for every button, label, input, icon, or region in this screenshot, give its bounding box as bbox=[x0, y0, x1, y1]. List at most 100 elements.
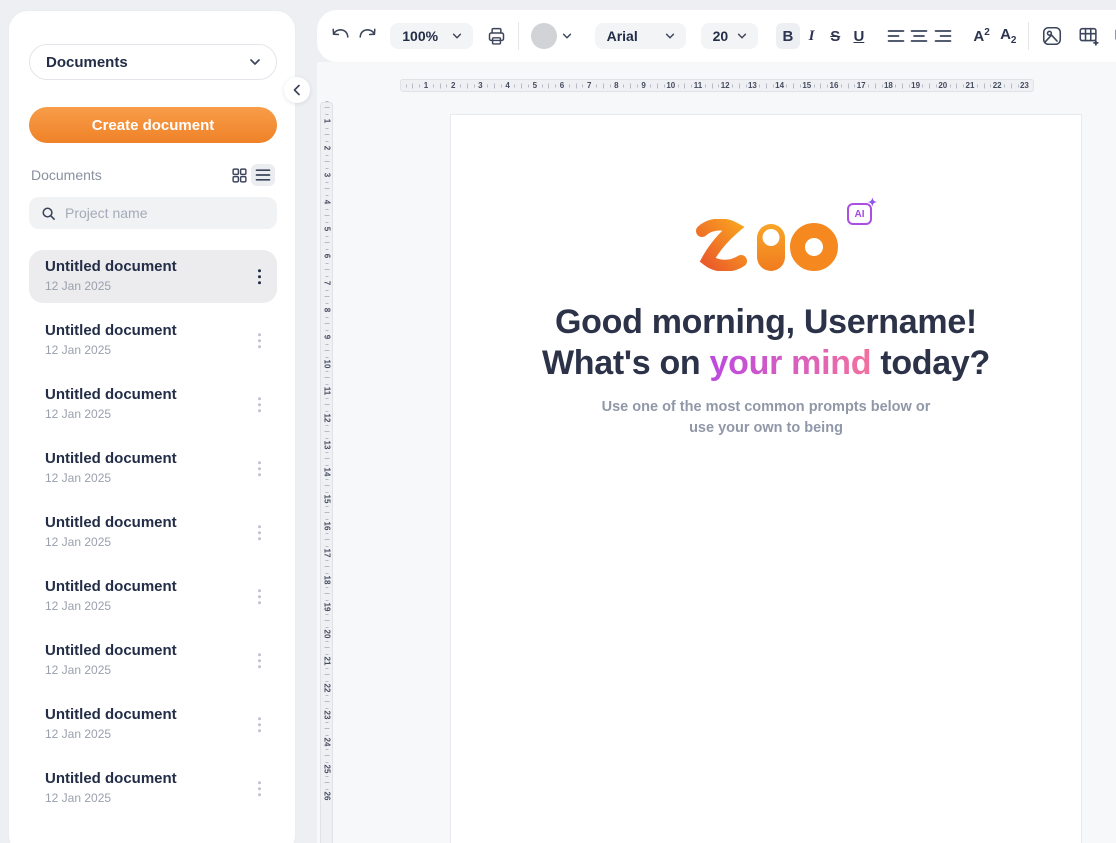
subscript-button[interactable]: A2 bbox=[996, 26, 1020, 46]
document-list: Untitled document 12 Jan 2025 Untitled d… bbox=[29, 250, 277, 826]
print-button[interactable] bbox=[483, 23, 509, 49]
list-view-button[interactable] bbox=[251, 164, 275, 186]
chevron-down-icon bbox=[451, 30, 463, 42]
search-icon bbox=[41, 206, 56, 221]
document-title: Untitled document bbox=[45, 514, 243, 531]
table-add-icon bbox=[1078, 25, 1100, 47]
greeting-highlight: your mind bbox=[710, 344, 872, 382]
kebab-menu-icon[interactable] bbox=[254, 777, 266, 801]
kebab-menu-icon[interactable] bbox=[254, 713, 266, 737]
greeting-line1: Good morning, Username! bbox=[451, 302, 1081, 343]
undo-button[interactable] bbox=[327, 23, 353, 49]
text-color-chevron[interactable] bbox=[561, 30, 573, 42]
vertical-ruler: 1234567891011121314151617181920212223242… bbox=[320, 102, 333, 843]
document-list-item[interactable]: Untitled document 12 Jan 2025 bbox=[29, 570, 277, 623]
kebab-menu-icon[interactable] bbox=[254, 329, 266, 353]
document-title: Untitled document bbox=[45, 642, 243, 659]
insert-table-button[interactable] bbox=[1076, 23, 1102, 49]
document-list-item[interactable]: Untitled document 12 Jan 2025 bbox=[29, 762, 277, 815]
kebab-menu-icon[interactable] bbox=[254, 265, 266, 289]
search-input[interactable] bbox=[65, 205, 265, 221]
ai-badge: AI ✦ bbox=[847, 203, 872, 225]
kebab-menu-icon[interactable] bbox=[254, 649, 266, 673]
chevron-down-icon bbox=[736, 30, 748, 42]
comment-button[interactable] bbox=[1111, 23, 1116, 49]
document-list-item[interactable]: Untitled document 12 Jan 2025 bbox=[29, 698, 277, 751]
strikethrough-button[interactable]: S bbox=[823, 23, 847, 49]
grid-view-button[interactable] bbox=[227, 164, 251, 186]
workspace-select-value: Documents bbox=[46, 54, 128, 71]
document-title: Untitled document bbox=[45, 258, 243, 275]
redo-button[interactable] bbox=[356, 23, 382, 49]
document-date: 12 Jan 2025 bbox=[45, 791, 243, 805]
toolbar-divider bbox=[1028, 22, 1029, 50]
align-right-button[interactable] bbox=[932, 23, 954, 49]
insert-image-button[interactable] bbox=[1039, 23, 1065, 49]
documents-section-label: Documents bbox=[31, 167, 227, 183]
chevron-down-icon bbox=[561, 30, 573, 42]
font-family-select[interactable]: Arial bbox=[595, 23, 686, 49]
zoom-select[interactable]: 100% bbox=[390, 23, 473, 49]
align-left-button[interactable] bbox=[885, 23, 907, 49]
grid-view-icon bbox=[231, 167, 248, 184]
document-list-item[interactable]: Untitled document 12 Jan 2025 bbox=[29, 634, 277, 687]
document-title: Untitled document bbox=[45, 450, 243, 467]
documents-section-header: Documents bbox=[31, 163, 275, 187]
align-right-icon bbox=[934, 29, 952, 43]
document-list-item[interactable]: Untitled document 12 Jan 2025 bbox=[29, 442, 277, 495]
documents-sidebar: Documents Create document Documents Unti… bbox=[8, 10, 296, 843]
document-title: Untitled document bbox=[45, 386, 243, 403]
font-size-select[interactable]: 20 bbox=[701, 23, 758, 49]
document-date: 12 Jan 2025 bbox=[45, 407, 243, 421]
editor-toolbar: 100% Arial 20 B I S U A2 bbox=[317, 10, 1116, 62]
document-date: 12 Jan 2025 bbox=[45, 471, 243, 485]
document-date: 12 Jan 2025 bbox=[45, 343, 243, 357]
editor-canvas: 1234567891011121314151617181920212223 12… bbox=[317, 62, 1116, 843]
document-date: 12 Jan 2025 bbox=[45, 663, 243, 677]
list-view-icon bbox=[255, 168, 271, 182]
document-search bbox=[29, 197, 277, 229]
italic-button[interactable]: I bbox=[800, 23, 824, 49]
greeting-heading: Good morning, Username! What's on your m… bbox=[451, 302, 1081, 384]
underline-button[interactable]: U bbox=[847, 23, 871, 49]
document-date: 12 Jan 2025 bbox=[45, 599, 243, 613]
zio-logo: AI ✦ bbox=[694, 215, 838, 271]
align-left-icon bbox=[887, 29, 905, 43]
font-size-value: 20 bbox=[713, 28, 729, 44]
document-title: Untitled document bbox=[45, 578, 243, 595]
document-list-item[interactable]: Untitled document 12 Jan 2025 bbox=[29, 250, 277, 303]
logo-letter-i bbox=[757, 224, 785, 271]
kebab-menu-icon[interactable] bbox=[254, 585, 266, 609]
sidebar-collapse-button[interactable] bbox=[284, 77, 310, 103]
document-date: 12 Jan 2025 bbox=[45, 535, 243, 549]
horizontal-ruler: 1234567891011121314151617181920212223 bbox=[400, 79, 1034, 92]
kebab-menu-icon[interactable] bbox=[254, 393, 266, 417]
document-list-item[interactable]: Untitled document 12 Jan 2025 bbox=[29, 314, 277, 367]
bold-button[interactable]: B bbox=[776, 23, 800, 49]
image-icon bbox=[1041, 25, 1063, 47]
document-title: Untitled document bbox=[45, 770, 243, 787]
document-page[interactable]: AI ✦ Good morning, Username! What's on y… bbox=[450, 114, 1082, 843]
document-list-item[interactable]: Untitled document 12 Jan 2025 bbox=[29, 378, 277, 431]
align-center-button[interactable] bbox=[908, 23, 930, 49]
document-date: 12 Jan 2025 bbox=[45, 279, 243, 293]
kebab-menu-icon[interactable] bbox=[254, 521, 266, 545]
logo-letter-z bbox=[694, 219, 752, 271]
create-document-button[interactable]: Create document bbox=[29, 107, 277, 143]
workspace-select[interactable]: Documents bbox=[29, 44, 277, 80]
chevron-down-icon bbox=[248, 55, 262, 69]
text-color-swatch[interactable] bbox=[531, 23, 557, 49]
greeting-line2: What's on your mind today? bbox=[451, 343, 1081, 384]
greeting-subtitle: Use one of the most common prompts below… bbox=[451, 397, 1081, 439]
superscript-button[interactable]: A2 bbox=[970, 27, 994, 45]
kebab-menu-icon[interactable] bbox=[254, 457, 266, 481]
chevron-left-icon bbox=[291, 84, 303, 96]
align-center-icon bbox=[910, 29, 928, 43]
undo-icon bbox=[329, 25, 351, 47]
document-title: Untitled document bbox=[45, 706, 243, 723]
print-icon bbox=[486, 26, 507, 47]
chevron-down-icon bbox=[664, 30, 676, 42]
document-list-item[interactable]: Untitled document 12 Jan 2025 bbox=[29, 506, 277, 559]
font-family-value: Arial bbox=[607, 28, 638, 44]
redo-icon bbox=[357, 25, 379, 47]
